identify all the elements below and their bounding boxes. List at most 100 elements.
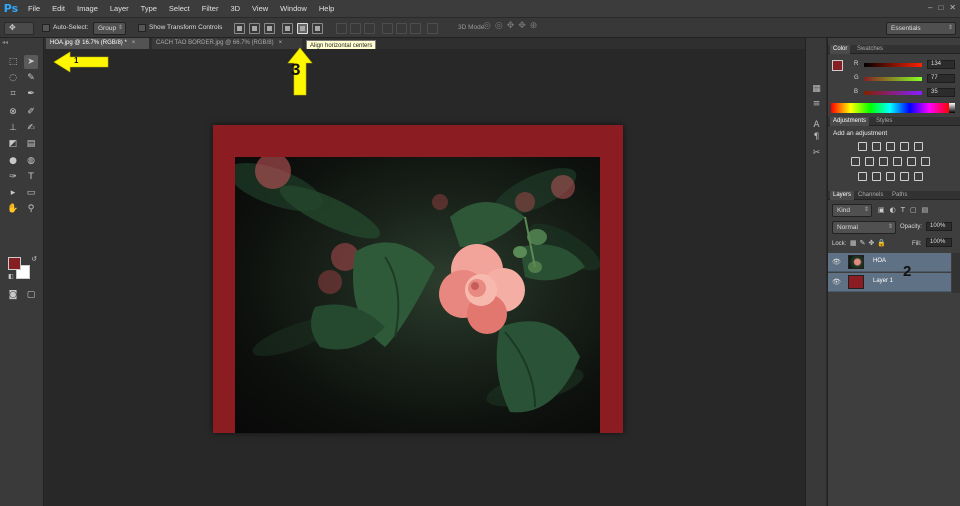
align-right-edges-icon[interactable] [312,23,323,34]
move-tool-preset-button[interactable]: ✥ [4,22,34,35]
tab-paths[interactable]: Paths [889,191,910,200]
gradient-map-icon[interactable] [900,172,909,181]
swap-colors-icon[interactable]: ↺ [27,252,41,266]
menu-3d[interactable]: 3D [224,0,246,17]
lock-icons[interactable]: ▦✎✥🔒 [850,239,889,247]
black-white-ramp[interactable] [949,103,955,113]
exposure-icon[interactable] [900,142,909,151]
curves-icon[interactable] [886,142,895,151]
menu-file[interactable]: File [22,0,46,17]
menu-edit[interactable]: Edit [46,0,71,17]
eyedropper-tool-icon[interactable]: ✒ [24,87,38,101]
menu-type[interactable]: Type [135,0,163,17]
layer-filter-dropdown[interactable]: Kind [832,204,872,217]
tab-styles[interactable]: Styles [873,117,895,126]
layer-row-hoa[interactable]: 👁 HOA [828,253,951,272]
color-panel-foreground[interactable] [832,60,843,71]
history-brush-tool-icon[interactable]: ✍ [24,121,38,135]
align-top-edges-icon[interactable] [234,23,245,34]
screen-mode-icon[interactable]: ▢ [24,288,38,302]
color-balance-icon[interactable] [865,157,874,166]
menu-view[interactable]: View [246,0,274,17]
close-tab-icon[interactable]: × [279,40,283,46]
pen-tool-icon[interactable]: ✑ [6,170,20,184]
channel-g-value[interactable]: 77 [927,74,955,83]
layer-row-layer-1[interactable]: 👁 Layer 1 [828,273,951,292]
workspace-dropdown[interactable]: Essentials [886,22,956,35]
channel-r-value[interactable]: 134 [927,60,955,69]
marquee-tool-icon[interactable]: ⬚ [6,55,20,69]
blend-mode-dropdown[interactable]: Normal [832,221,896,234]
menu-select[interactable]: Select [163,0,196,17]
quick-mask-icon[interactable]: ◙ [6,288,20,302]
brightness-contrast-icon[interactable] [858,142,867,151]
tab-hoa[interactable]: HOA.jpg @ 16.7% (RGB/8) * × [46,38,149,49]
character-panel-icon[interactable]: A [810,119,823,131]
menu-layer[interactable]: Layer [104,0,135,17]
properties-panel-icon[interactable]: ≡ [810,98,823,110]
align-vertical-centers-icon[interactable] [249,23,260,34]
distribute-top-icon[interactable] [336,23,347,34]
auto-select-dropdown[interactable]: Group [93,22,126,35]
tool-presets-icon[interactable]: ✂ [810,147,823,159]
document-canvas-red-border[interactable] [213,125,623,433]
eraser-tool-icon[interactable]: ◩ [6,137,20,151]
align-left-edges-icon[interactable] [282,23,293,34]
minimize-icon[interactable]: – [928,3,932,12]
distribute-left-icon[interactable] [382,23,393,34]
layer-filter-icons[interactable]: ▣◐T▢▤ [878,206,938,215]
black-white-icon[interactable] [879,157,888,166]
posterize-icon[interactable] [872,172,881,181]
align-bottom-edges-icon[interactable] [264,23,275,34]
auto-align-layers-icon[interactable] [427,23,438,34]
menu-filter[interactable]: Filter [196,0,225,17]
quick-select-tool-icon[interactable]: ✎ [24,71,38,85]
show-transform-checkbox[interactable] [138,24,146,32]
path-selection-tool-icon[interactable]: ▸ [6,186,20,200]
color-spectrum-bar[interactable] [831,103,949,113]
menu-image[interactable]: Image [71,0,104,17]
gradient-tool-icon[interactable]: ▤ [24,137,38,151]
photo-filter-icon[interactable] [893,157,902,166]
vibrance-icon[interactable] [914,142,923,151]
layers-scrollbar[interactable] [952,253,960,293]
hue-saturation-icon[interactable] [851,157,860,166]
tab-channels[interactable]: Channels [855,191,886,200]
distribute-vcenter-icon[interactable] [350,23,361,34]
zoom-tool-icon[interactable]: ⚲ [24,202,38,216]
crop-tool-icon[interactable]: ⌗ [6,87,20,101]
hand-tool-icon[interactable]: ✋ [6,202,20,216]
collapse-icon[interactable]: ◂◂ [2,39,8,46]
close-icon[interactable]: ✕ [949,3,956,12]
channel-b-slider[interactable] [864,91,922,95]
threshold-icon[interactable] [886,172,895,181]
brush-tool-icon[interactable]: ✐ [24,105,38,119]
rectangle-tool-icon[interactable]: ▭ [24,186,38,200]
healing-brush-tool-icon[interactable]: ⊗ [6,105,20,119]
flower-photo[interactable] [235,157,600,433]
blur-tool-icon[interactable]: ● [6,154,20,168]
fill-value[interactable]: 100% [926,238,952,247]
distribute-hcenter-icon[interactable] [396,23,407,34]
move-tool-icon[interactable]: ➤ [24,55,38,69]
distribute-right-icon[interactable] [410,23,421,34]
distribute-bottom-icon[interactable] [364,23,375,34]
invert-icon[interactable] [858,172,867,181]
menu-window[interactable]: Window [274,0,313,17]
tab-layers[interactable]: Layers [830,191,855,200]
selective-color-icon[interactable] [914,172,923,181]
eye-icon[interactable]: 👁 [832,258,841,266]
type-tool-icon[interactable]: T [24,170,38,184]
3d-mode-icons[interactable]: ◎◎✥✥⊕ [483,21,541,31]
channel-r-slider[interactable] [864,63,922,67]
dodge-tool-icon[interactable]: ◍ [24,154,38,168]
eye-icon[interactable]: 👁 [832,278,841,286]
tab-swatches[interactable]: Swatches [854,45,886,54]
maximize-icon[interactable]: □ [938,3,943,12]
channel-mixer-icon[interactable] [907,157,916,166]
levels-icon[interactable] [872,142,881,151]
color-lookup-icon[interactable] [921,157,930,166]
opacity-value[interactable]: 100% [926,222,952,231]
tab-color[interactable]: Color [830,45,851,54]
channel-b-value[interactable]: 35 [927,88,955,97]
